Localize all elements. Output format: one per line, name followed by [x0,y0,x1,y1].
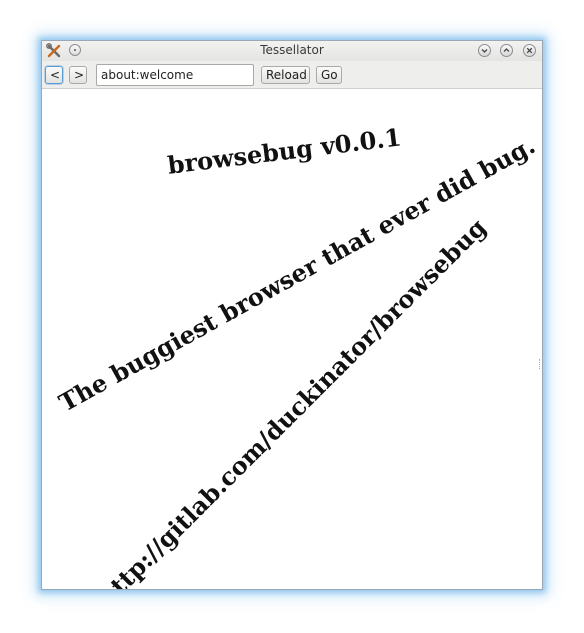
title-bar[interactable]: Tessellator [42,41,542,61]
url-input[interactable] [96,64,254,86]
maximize-icon[interactable] [500,44,513,57]
page-content[interactable]: browsebug v0.0.1 The buggiest browser th… [42,89,542,589]
go-button[interactable]: Go [316,66,342,84]
forward-button[interactable]: > [69,66,87,84]
minimize-icon[interactable] [478,44,491,57]
resize-grip[interactable] [539,359,542,369]
close-icon[interactable] [523,44,536,57]
page-tagline: The buggiest browser that ever did bug. [54,130,540,418]
back-button[interactable]: < [45,66,63,84]
window-title: Tessellator [260,43,324,57]
browser-window: Tessellator < > Reload Go browsebug v0.0… [41,40,543,590]
navigation-toolbar: < > Reload Go [42,61,542,89]
page-headline: browsebug v0.0.1 [166,122,403,180]
reload-button[interactable]: Reload [261,66,310,84]
